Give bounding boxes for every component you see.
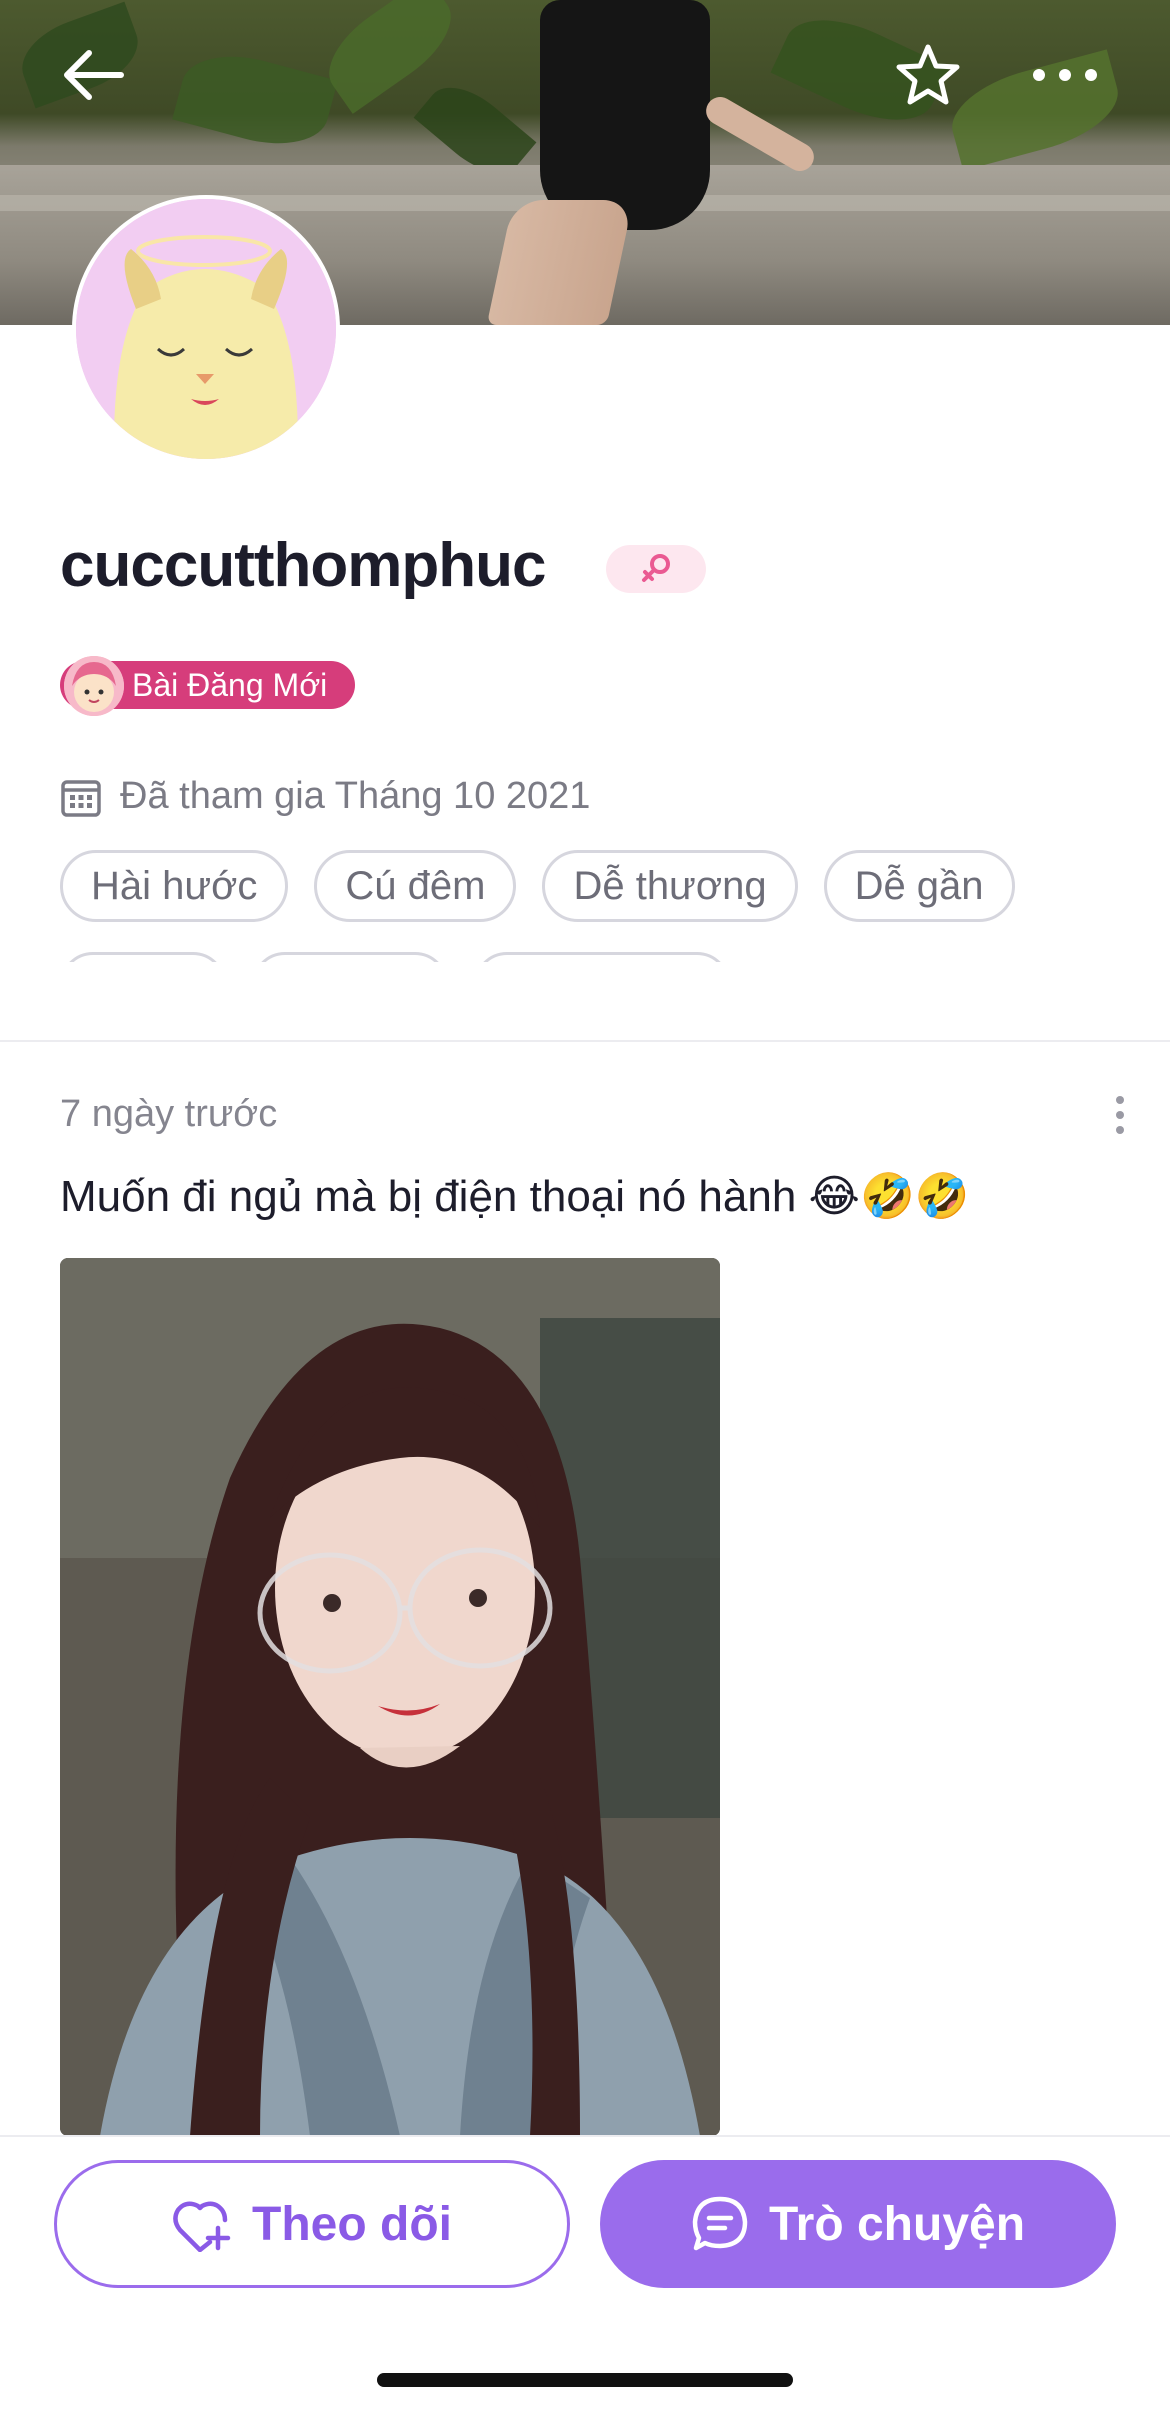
interest-tag[interactable]: Cú đêm: [314, 850, 517, 922]
calendar-icon: [61, 779, 101, 817]
chat-button[interactable]: Trò chuyện: [600, 2160, 1116, 2288]
post-photo-illustration: [60, 1258, 720, 2136]
interest-tag[interactable]: Dễ thương: [542, 850, 798, 922]
post-timestamp: 7 ngày trước: [60, 1093, 278, 1135]
chat-label: Trò chuyện: [768, 2197, 1026, 2251]
gender-badge: [606, 545, 706, 593]
post-text: Muốn đi ngủ mà bị điện thoại nó hành 😂🤣🤣: [60, 1172, 970, 1221]
cover-person: [540, 0, 710, 230]
interest-tag-clipped: [252, 952, 448, 962]
more-vertical-icon: [1116, 1096, 1124, 1104]
post-more-button[interactable]: [1100, 1090, 1140, 1140]
more-options-button[interactable]: [1030, 40, 1100, 110]
heart-plus-icon: [173, 2201, 231, 2252]
favorite-button[interactable]: [893, 40, 963, 110]
chat-bubble-icon: [692, 2196, 748, 2251]
interest-tag[interactable]: Dễ gần: [823, 850, 1015, 922]
interest-tags: Hài hước Cú đêm Dễ thương Dễ gần: [60, 850, 1015, 922]
more-horizontal-icon: [1033, 69, 1097, 81]
more-vertical-icon: [1116, 1126, 1124, 1134]
female-icon: [642, 554, 670, 582]
cover-leaf: [172, 41, 338, 159]
badge-avatar-icon: [64, 656, 124, 716]
interest-tag-clipped: [60, 952, 226, 962]
cover-person-arm: [701, 91, 819, 177]
star-icon: [896, 44, 960, 105]
joined-text: Đã tham gia Tháng 10 2021: [120, 775, 591, 817]
interest-tag[interactable]: Hài hước: [60, 850, 289, 922]
interest-tags-overflow: [60, 952, 730, 962]
profile-username: cuccutthomphuc: [60, 531, 546, 600]
arrow-left-icon: [64, 50, 124, 100]
joined-info: Đã tham gia Tháng 10 2021: [60, 775, 590, 818]
new-post-badge[interactable]: Bài Đăng Mới: [60, 656, 356, 716]
follow-button[interactable]: Theo dõi: [54, 2160, 570, 2288]
home-indicator[interactable]: [377, 2373, 793, 2387]
interest-tag-clipped: [474, 952, 730, 962]
follow-label: Theo dõi: [252, 2197, 452, 2251]
avatar[interactable]: [72, 195, 340, 463]
section-divider: [0, 1040, 1170, 1042]
avatar-illustration: [76, 199, 336, 459]
post-image[interactable]: [60, 1258, 720, 2136]
more-vertical-icon: [1116, 1111, 1124, 1119]
back-button[interactable]: [58, 40, 128, 110]
